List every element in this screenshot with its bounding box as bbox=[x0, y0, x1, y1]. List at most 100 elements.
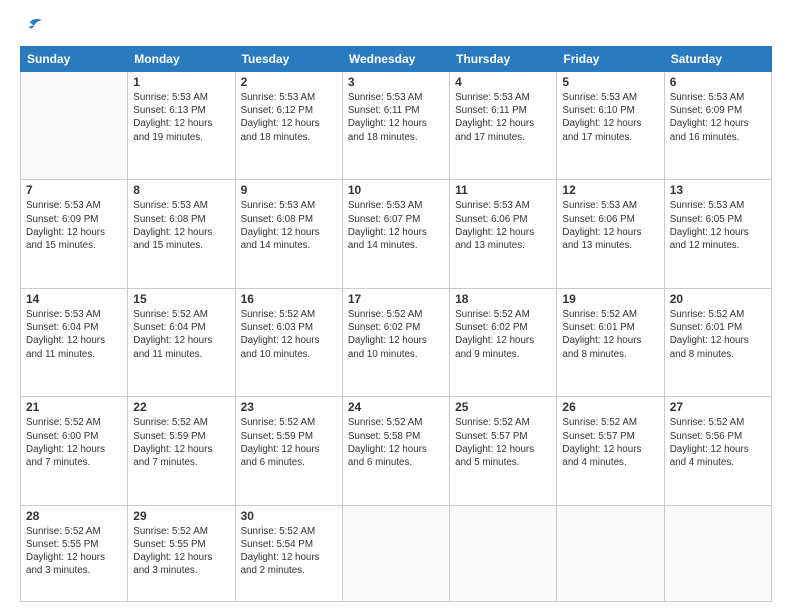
calendar-cell: 4Sunrise: 5:53 AM Sunset: 6:11 PM Daylig… bbox=[450, 72, 557, 180]
day-info: Sunrise: 5:52 AM Sunset: 5:56 PM Dayligh… bbox=[670, 416, 766, 469]
calendar-cell: 15Sunrise: 5:52 AM Sunset: 6:04 PM Dayli… bbox=[128, 288, 235, 396]
weekday-header-sunday: Sunday bbox=[21, 47, 128, 72]
calendar-cell: 2 Sunrise: 5:53 AM Sunset: 6:12 PM Daylig… bbox=[235, 72, 342, 180]
day-info: Sunrise: 5:53 AM Sunset: 6:08 PM Dayligh… bbox=[133, 199, 229, 252]
calendar-cell: 26 Sunrise: 5:52 AM Sunset: 5:57 PM Dayli… bbox=[557, 397, 664, 505]
calendar-cell bbox=[557, 505, 664, 601]
day-number: 26 bbox=[562, 400, 658, 414]
calendar-cell: 16 Sunrise: 5:52 AM Sunset: 6:03 PM Dayli… bbox=[235, 288, 342, 396]
calendar-cell: 23 Sunrise: 5:52 AM Sunset: 5:59 PM Dayli… bbox=[235, 397, 342, 505]
day-number: 14 bbox=[26, 292, 122, 306]
calendar-cell: 12 Sunrise: 5:53 AM Sunset: 6:06 PM Dayli… bbox=[557, 180, 664, 288]
day-info: Sunrise: 5:53 AM Sunset: 6:12 PM Dayligh… bbox=[241, 91, 337, 144]
weekday-header-monday: Monday bbox=[128, 47, 235, 72]
day-info: Sunrise: 5:53 AM Sunset: 6:09 PM Dayligh… bbox=[26, 199, 122, 252]
day-number: 23 bbox=[241, 400, 337, 414]
calendar-cell: 25 Sunrise: 5:52 AM Sunset: 5:57 PM Dayli… bbox=[450, 397, 557, 505]
calendar-cell: 10 Sunrise: 5:53 AM Sunset: 6:07 PM Dayli… bbox=[342, 180, 449, 288]
day-info: Sunrise: 5:52 AM Sunset: 6:03 PM Dayligh… bbox=[241, 308, 337, 361]
day-info: Sunrise: 5:53 AM Sunset: 6:06 PM Dayligh… bbox=[455, 199, 551, 252]
calendar-cell: 24 Sunrise: 5:52 AM Sunset: 5:58 PM Dayli… bbox=[342, 397, 449, 505]
day-info: Sunrise: 5:53 AM Sunset: 6:05 PM Dayligh… bbox=[670, 199, 766, 252]
day-number: 15 bbox=[133, 292, 229, 306]
day-info: Sunrise: 5:52 AM Sunset: 5:58 PM Dayligh… bbox=[348, 416, 444, 469]
day-number: 7 bbox=[26, 183, 122, 197]
day-number: 11 bbox=[455, 183, 551, 197]
day-number: 13 bbox=[670, 183, 766, 197]
day-info: Sunrise: 5:53 AM Sunset: 6:13 PM Dayligh… bbox=[133, 91, 229, 144]
day-info: Sunrise: 5:52 AM Sunset: 5:57 PM Dayligh… bbox=[562, 416, 658, 469]
day-info: Sunrise: 5:53 AM Sunset: 6:09 PM Dayligh… bbox=[670, 91, 766, 144]
calendar-week-row: 14 Sunrise: 5:53 AM Sunset: 6:04 PM Dayli… bbox=[21, 288, 772, 396]
day-number: 30 bbox=[241, 509, 337, 523]
day-number: 1 bbox=[133, 75, 229, 89]
calendar-cell: 14 Sunrise: 5:53 AM Sunset: 6:04 PM Dayli… bbox=[21, 288, 128, 396]
day-info: Sunrise: 5:53 AM Sunset: 6:06 PM Dayligh… bbox=[562, 199, 658, 252]
day-number: 21 bbox=[26, 400, 122, 414]
day-number: 8 bbox=[133, 183, 229, 197]
day-info: Sunrise: 5:52 AM Sunset: 6:02 PM Dayligh… bbox=[348, 308, 444, 361]
calendar-cell: 17 Sunrise: 5:52 AM Sunset: 6:02 PM Dayli… bbox=[342, 288, 449, 396]
day-info: Sunrise: 5:53 AM Sunset: 6:10 PM Dayligh… bbox=[562, 91, 658, 144]
calendar-cell: 1 Sunrise: 5:53 AM Sunset: 6:13 PM Daylig… bbox=[128, 72, 235, 180]
calendar-cell bbox=[664, 505, 771, 601]
day-number: 6 bbox=[670, 75, 766, 89]
calendar-week-row: 21 Sunrise: 5:52 AM Sunset: 6:00 PM Dayli… bbox=[21, 397, 772, 505]
weekday-header-wednesday: Wednesday bbox=[342, 47, 449, 72]
calendar-cell: 18Sunrise: 5:52 AM Sunset: 6:02 PM Dayli… bbox=[450, 288, 557, 396]
day-info: Sunrise: 5:53 AM Sunset: 6:11 PM Dayligh… bbox=[455, 91, 551, 144]
calendar-cell: 21 Sunrise: 5:52 AM Sunset: 6:00 PM Dayli… bbox=[21, 397, 128, 505]
calendar-cell: 29Sunrise: 5:52 AM Sunset: 5:55 PM Dayli… bbox=[128, 505, 235, 601]
day-info: Sunrise: 5:52 AM Sunset: 5:59 PM Dayligh… bbox=[133, 416, 229, 469]
calendar-cell: 6 Sunrise: 5:53 AM Sunset: 6:09 PM Daylig… bbox=[664, 72, 771, 180]
calendar-week-row: 1 Sunrise: 5:53 AM Sunset: 6:13 PM Daylig… bbox=[21, 72, 772, 180]
calendar-cell: 20 Sunrise: 5:52 AM Sunset: 6:01 PM Dayli… bbox=[664, 288, 771, 396]
calendar-cell: 13 Sunrise: 5:53 AM Sunset: 6:05 PM Dayli… bbox=[664, 180, 771, 288]
day-info: Sunrise: 5:52 AM Sunset: 5:57 PM Dayligh… bbox=[455, 416, 551, 469]
day-info: Sunrise: 5:53 AM Sunset: 6:07 PM Dayligh… bbox=[348, 199, 444, 252]
calendar-cell: 19 Sunrise: 5:52 AM Sunset: 6:01 PM Dayli… bbox=[557, 288, 664, 396]
calendar-cell: 3 Sunrise: 5:53 AM Sunset: 6:11 PM Daylig… bbox=[342, 72, 449, 180]
logo-bird-icon bbox=[22, 18, 44, 36]
day-number: 28 bbox=[26, 509, 122, 523]
day-number: 25 bbox=[455, 400, 551, 414]
weekday-header-tuesday: Tuesday bbox=[235, 47, 342, 72]
calendar-cell: 28 Sunrise: 5:52 AM Sunset: 5:55 PM Dayli… bbox=[21, 505, 128, 601]
day-number: 18 bbox=[455, 292, 551, 306]
day-info: Sunrise: 5:52 AM Sunset: 6:01 PM Dayligh… bbox=[670, 308, 766, 361]
calendar-cell: 22 Sunrise: 5:52 AM Sunset: 5:59 PM Dayli… bbox=[128, 397, 235, 505]
day-number: 20 bbox=[670, 292, 766, 306]
day-number: 27 bbox=[670, 400, 766, 414]
day-number: 10 bbox=[348, 183, 444, 197]
weekday-header-thursday: Thursday bbox=[450, 47, 557, 72]
calendar-cell: 7 Sunrise: 5:53 AM Sunset: 6:09 PM Daylig… bbox=[21, 180, 128, 288]
day-number: 24 bbox=[348, 400, 444, 414]
day-info: Sunrise: 5:52 AM Sunset: 6:00 PM Dayligh… bbox=[26, 416, 122, 469]
day-info: Sunrise: 5:53 AM Sunset: 6:04 PM Dayligh… bbox=[26, 308, 122, 361]
day-info: Sunrise: 5:52 AM Sunset: 5:54 PM Dayligh… bbox=[241, 525, 337, 578]
calendar-cell bbox=[450, 505, 557, 601]
calendar-cell: 30 Sunrise: 5:52 AM Sunset: 5:54 PM Dayli… bbox=[235, 505, 342, 601]
day-info: Sunrise: 5:52 AM Sunset: 5:59 PM Dayligh… bbox=[241, 416, 337, 469]
day-number: 19 bbox=[562, 292, 658, 306]
day-number: 16 bbox=[241, 292, 337, 306]
header bbox=[20, 18, 772, 36]
day-number: 3 bbox=[348, 75, 444, 89]
day-number: 12 bbox=[562, 183, 658, 197]
day-info: Sunrise: 5:53 AM Sunset: 6:11 PM Dayligh… bbox=[348, 91, 444, 144]
calendar-cell: 11 Sunrise: 5:53 AM Sunset: 6:06 PM Dayli… bbox=[450, 180, 557, 288]
day-number: 2 bbox=[241, 75, 337, 89]
calendar-cell: 27 Sunrise: 5:52 AM Sunset: 5:56 PM Dayli… bbox=[664, 397, 771, 505]
calendar-cell: 8 Sunrise: 5:53 AM Sunset: 6:08 PM Daylig… bbox=[128, 180, 235, 288]
page: SundayMondayTuesdayWednesdayThursdayFrid… bbox=[0, 0, 792, 612]
logo bbox=[20, 18, 44, 36]
day-info: Sunrise: 5:52 AM Sunset: 5:55 PM Dayligh… bbox=[26, 525, 122, 578]
day-number: 22 bbox=[133, 400, 229, 414]
calendar-cell: 9Sunrise: 5:53 AM Sunset: 6:08 PM Daylig… bbox=[235, 180, 342, 288]
day-number: 29 bbox=[133, 509, 229, 523]
day-number: 9 bbox=[241, 183, 337, 197]
day-number: 17 bbox=[348, 292, 444, 306]
calendar-cell: 5Sunrise: 5:53 AM Sunset: 6:10 PM Daylig… bbox=[557, 72, 664, 180]
day-info: Sunrise: 5:52 AM Sunset: 6:01 PM Dayligh… bbox=[562, 308, 658, 361]
calendar-table: SundayMondayTuesdayWednesdayThursdayFrid… bbox=[20, 46, 772, 602]
